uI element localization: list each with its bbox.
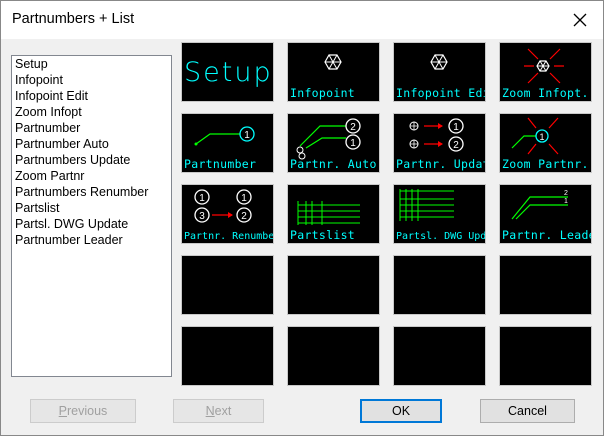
next-button[interactable]: Next — [173, 399, 264, 423]
tile-empty — [181, 255, 274, 315]
tile-label: Partnr. Renumber — [184, 231, 274, 242]
tile-label: Partsl. DWG Update — [396, 231, 486, 242]
tile-label: Partnr. Auto — [290, 157, 377, 171]
list-item[interactable]: Partnumber Auto — [12, 136, 171, 152]
tile-empty — [499, 255, 592, 315]
list-item[interactable]: Infopoint — [12, 72, 171, 88]
tile-partnr-auto[interactable]: 2 1 Partnr. Auto — [287, 113, 380, 173]
tile-label: Infopoint — [290, 86, 356, 100]
svg-text:3: 3 — [199, 211, 205, 222]
dialog-window: Partnumbers + List Setup Infopoint Infop… — [0, 0, 604, 436]
tile-label: Partnr. Leader — [502, 228, 591, 242]
svg-text:2: 2 — [564, 190, 568, 197]
list-item[interactable]: Zoom Partnr — [12, 168, 171, 184]
list-item[interactable]: Partnumber — [12, 120, 171, 136]
svg-text:1: 1 — [539, 132, 544, 142]
close-icon[interactable] — [567, 7, 593, 33]
tile-partsl-dwg-update[interactable]: Partsl. DWG Update — [393, 184, 486, 244]
tile-zoom-infopt[interactable]: Zoom Infopt. — [499, 42, 592, 102]
list-item[interactable]: Zoom Infopt — [12, 104, 171, 120]
previous-mnemonic: P — [58, 404, 68, 418]
tile-zoom-partnr[interactable]: 1 Zoom Partnr. — [499, 113, 592, 173]
tile-setup[interactable]: Setup — [181, 42, 274, 102]
svg-text:1: 1 — [244, 130, 250, 141]
list-item[interactable]: Partslist — [12, 200, 171, 216]
tile-label: Partnr. Update — [396, 157, 485, 171]
tile-label: Zoom Partnr. — [502, 157, 589, 171]
svg-text:2: 2 — [453, 140, 459, 151]
window-title: Partnumbers + List — [12, 11, 135, 27]
list-item[interactable]: Partsl. DWG Update — [12, 216, 171, 232]
svg-text:1: 1 — [350, 138, 356, 149]
next-label: ext — [214, 404, 232, 418]
tile-label: Setup — [184, 57, 273, 88]
list-item[interactable]: Partnumber Leader — [12, 232, 171, 248]
list-item[interactable]: Setup — [12, 56, 171, 72]
tile-label: Partslist — [290, 228, 356, 242]
tile-label: Zoom Infopt. — [502, 86, 589, 100]
svg-text:1: 1 — [199, 193, 205, 204]
list-item[interactable]: Partnumbers Update — [12, 152, 171, 168]
tile-partslist[interactable]: Partslist — [287, 184, 380, 244]
title-bar: Partnumbers + List — [1, 1, 603, 39]
svg-text:1: 1 — [453, 122, 459, 133]
tile-partnumber[interactable]: 1 Partnumber — [181, 113, 274, 173]
tile-empty — [287, 255, 380, 315]
svg-text:2: 2 — [350, 122, 356, 133]
next-mnemonic: N — [205, 404, 215, 418]
previous-label: revious — [67, 404, 108, 418]
list-item[interactable]: Infopoint Edit — [12, 88, 171, 104]
tile-empty — [393, 326, 486, 386]
tile-partnr-leader[interactable]: 2 1 Partnr. Leader — [499, 184, 592, 244]
cancel-button[interactable]: Cancel — [480, 399, 575, 423]
svg-text:1: 1 — [564, 198, 568, 205]
tile-partnr-update[interactable]: 1 2 Partnr. Update — [393, 113, 486, 173]
tile-empty — [181, 326, 274, 386]
tile-label: Infopoint Edit — [396, 86, 485, 100]
command-listbox[interactable]: Setup Infopoint Infopoint Edit Zoom Info… — [11, 55, 172, 377]
list-item[interactable]: Partnumbers Renumber — [12, 184, 171, 200]
ok-button[interactable]: OK — [360, 399, 442, 423]
svg-text:2: 2 — [241, 211, 247, 222]
tile-infopoint-edit[interactable]: Infopoint Edit — [393, 42, 486, 102]
tile-empty — [287, 326, 380, 386]
tile-label: Partnumber — [184, 157, 257, 171]
tile-infopoint[interactable]: Infopoint — [287, 42, 380, 102]
svg-text:1: 1 — [241, 193, 247, 204]
tile-empty — [393, 255, 486, 315]
previous-button[interactable]: Previous — [30, 399, 136, 423]
tile-partnr-renumber[interactable]: 1 3 1 2 Partnr. Renumber — [181, 184, 274, 244]
tile-empty — [499, 326, 592, 386]
